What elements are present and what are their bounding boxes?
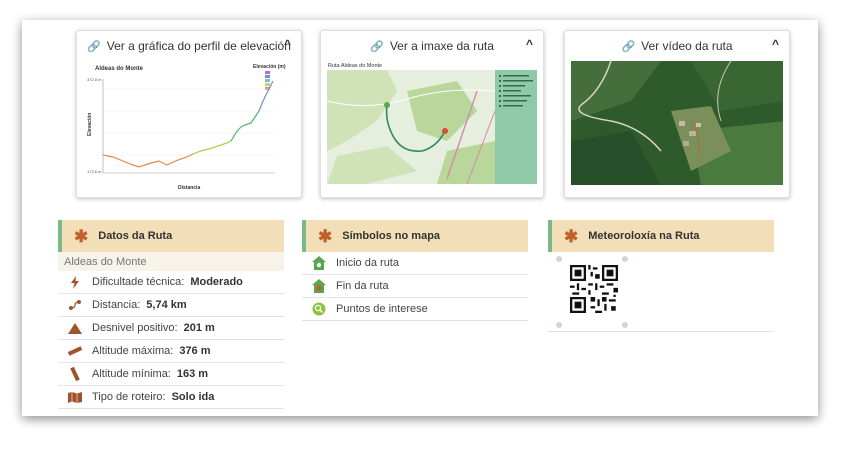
media-band: 🔗 Ver a gráfica do perfil de elevación ^… bbox=[22, 20, 818, 200]
poi-marker-icon bbox=[310, 302, 328, 316]
route-row-min-altitude: Altitude mínima: 163 m bbox=[58, 363, 284, 386]
widget-corner-dot bbox=[556, 322, 562, 328]
legend-title: Elevación (m) bbox=[253, 64, 286, 70]
link-icon: 🔗 bbox=[621, 40, 636, 53]
y-axis-title: Elevación bbox=[87, 113, 93, 136]
map-card-title: Ver a imaxe da ruta bbox=[389, 39, 494, 53]
video-card-title: Ver vídeo da ruta bbox=[641, 39, 733, 53]
row-label: Distancia: bbox=[92, 299, 141, 311]
elevation-card-header[interactable]: 🔗 Ver a gráfica do perfil de elevación ^ bbox=[77, 31, 301, 61]
map-icon bbox=[66, 390, 84, 404]
weather-header[interactable]: ✱ Meteoroloxía na Ruta bbox=[548, 220, 774, 252]
mountain-icon bbox=[66, 321, 84, 335]
aerial-video-svg bbox=[571, 61, 783, 185]
ruler-up-icon bbox=[66, 344, 84, 358]
elevation-chart: Aldeas do Monte Elevación (m) 372.8 m 17… bbox=[83, 61, 295, 191]
route-name: Aldeas do Monte bbox=[58, 252, 284, 271]
row-value: 163 m bbox=[176, 368, 209, 380]
start-marker-icon bbox=[310, 256, 328, 270]
end-marker-icon bbox=[310, 279, 328, 293]
row-label: Tipo de roteiro: bbox=[92, 391, 166, 403]
map-symbols-header[interactable]: ✱ Símbolos no mapa bbox=[302, 220, 528, 252]
route-data-header[interactable]: ✱ Datos da Ruta bbox=[58, 220, 284, 252]
start-marker[interactable] bbox=[384, 102, 390, 108]
symbol-row-end: Fin da ruta bbox=[302, 275, 528, 298]
asterisk-icon: ✱ bbox=[74, 226, 89, 246]
collapse-icon[interactable]: ^ bbox=[526, 37, 533, 51]
x-axis-title: Distancia bbox=[178, 185, 200, 191]
aerial-video[interactable] bbox=[571, 61, 783, 191]
row-label: Altitude mínima: bbox=[92, 368, 171, 380]
route-row-difficulty: Dificultade técnica: Moderado bbox=[58, 271, 284, 294]
weather-panel: ✱ Meteoroloxía na Ruta bbox=[548, 220, 774, 332]
elevation-card[interactable]: 🔗 Ver a gráfica do perfil de elevación ^… bbox=[76, 30, 302, 198]
row-label: Desnivel positivo: bbox=[92, 322, 178, 334]
row-value: Moderado bbox=[190, 276, 243, 288]
symbol-row-poi: Puntos de interese bbox=[302, 298, 528, 321]
collapse-icon[interactable]: ^ bbox=[284, 37, 291, 51]
map-card[interactable]: 🔗 Ver a imaxe da ruta ^ Ruta Aldeas do M… bbox=[320, 30, 544, 198]
elevation-card-title: Ver a gráfica do perfil de elevación bbox=[106, 39, 291, 53]
link-icon: 🔗 bbox=[87, 40, 101, 53]
asterisk-icon: ✱ bbox=[564, 226, 579, 246]
widget-corner-dot bbox=[622, 322, 628, 328]
map-symbols-panel: ✱ Símbolos no mapa Inicio da ruta Fin da… bbox=[302, 220, 528, 321]
symbol-label: Inicio da ruta bbox=[336, 257, 399, 269]
elevation-profile-svg: Aldeas do Monte Elevación (m) 372.8 m 17… bbox=[83, 61, 295, 191]
row-value: Solo ida bbox=[171, 391, 215, 403]
ruler-down-icon bbox=[66, 367, 84, 381]
route-row-distance: Distancia: 5,74 km bbox=[58, 294, 284, 317]
distance-icon bbox=[66, 298, 84, 312]
widget-corner-dot bbox=[556, 256, 562, 262]
page-frame: 🔗 Ver a gráfica do perfil de elevación ^… bbox=[22, 20, 818, 416]
route-data-panel: ✱ Datos da Ruta Aldeas do Monte Dificult… bbox=[58, 220, 284, 409]
video-card-header[interactable]: 🔗 Ver vídeo da ruta ^ bbox=[565, 31, 789, 61]
row-value: 5,74 km bbox=[146, 299, 187, 311]
end-marker[interactable] bbox=[442, 128, 448, 134]
map-legend-panel bbox=[495, 70, 537, 184]
collapse-icon[interactable]: ^ bbox=[772, 37, 779, 51]
map-symbols-title: Símbolos no mapa bbox=[342, 230, 441, 242]
map-card-header[interactable]: 🔗 Ver a imaxe da ruta ^ bbox=[321, 31, 543, 61]
chart-heading: Aldeas do Monte bbox=[95, 66, 144, 72]
qr-code-icon[interactable] bbox=[570, 265, 618, 313]
weather-title: Meteoroloxía na Ruta bbox=[588, 230, 700, 242]
route-map[interactable]: Ruta Aldeas do Monte bbox=[327, 61, 537, 191]
row-label: Dificultade técnica: bbox=[92, 276, 185, 288]
asterisk-icon: ✱ bbox=[318, 226, 333, 246]
weather-widget bbox=[548, 252, 774, 332]
route-row-elevation-gain: Desnivel positivo: 201 m bbox=[58, 317, 284, 340]
lightning-icon bbox=[66, 275, 84, 289]
route-row-max-altitude: Altitude máxima: 376 m bbox=[58, 340, 284, 363]
row-value: 201 m bbox=[183, 322, 215, 334]
map-heading: Ruta Aldeas do Monte bbox=[328, 63, 382, 69]
route-map-svg: Ruta Aldeas do Monte bbox=[327, 61, 537, 187]
row-value: 376 m bbox=[179, 345, 211, 357]
symbol-row-start: Inicio da ruta bbox=[302, 252, 528, 275]
y-bottom-label: 172.6 m bbox=[87, 169, 102, 174]
row-label: Altitude máxima: bbox=[92, 345, 174, 357]
widget-corner-dot bbox=[622, 256, 628, 262]
video-card[interactable]: 🔗 Ver vídeo da ruta ^ bbox=[564, 30, 790, 198]
link-icon: 🔗 bbox=[370, 40, 384, 53]
y-top-label: 372.8 m bbox=[87, 77, 102, 82]
symbol-label: Fin da ruta bbox=[336, 280, 389, 292]
route-row-route-type: Tipo de roteiro: Solo ida bbox=[58, 386, 284, 409]
route-data-title: Datos da Ruta bbox=[98, 230, 173, 242]
symbol-label: Puntos de interese bbox=[336, 303, 428, 315]
